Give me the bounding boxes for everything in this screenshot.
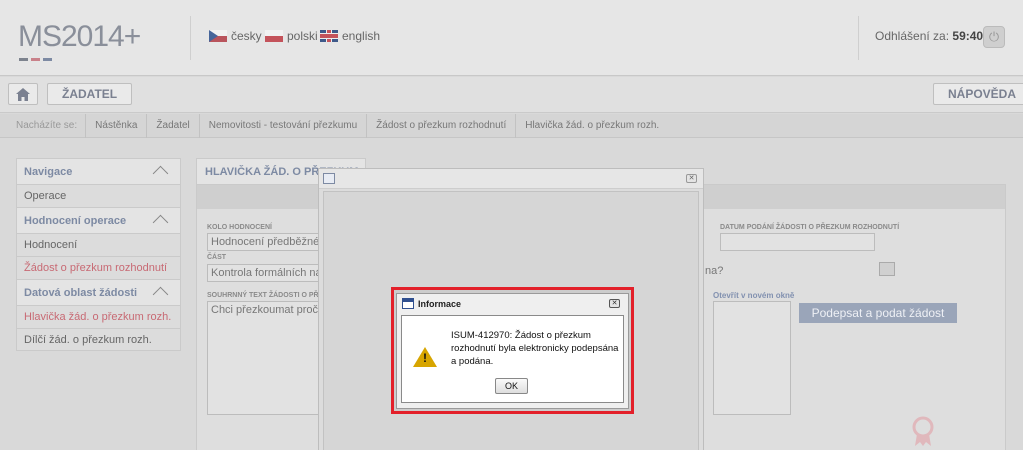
sidebar-item-hlavicka[interactable]: Hlavička žád. o přezkum rozh. [16, 305, 181, 328]
breadcrumb-item[interactable]: Žadatel [146, 113, 198, 138]
zadatel-button[interactable]: ŽADATEL [47, 83, 133, 105]
logo-color-bars [19, 50, 59, 61]
question-text: na? [705, 265, 724, 277]
lang-cz-label: česky [231, 29, 262, 43]
info-dialog: Informace ✕ ! ISUM-412970: Žádost o přez… [396, 293, 629, 409]
dialog-message: ISUM-412970: Žádost o přezkum rozhodnutí… [451, 330, 619, 367]
breadcrumb-item[interactable]: Žádost o přezkum rozhodnutí [366, 113, 515, 138]
home-icon [16, 87, 30, 101]
ms2014-logo[interactable]: MS2014+ [18, 20, 141, 54]
header-divider-right [858, 16, 859, 60]
breadcrumb-item[interactable]: Hlavička žád. o přezkum rozh. [515, 113, 668, 138]
logout-timer: Odhlášení za: 59:40 [875, 29, 983, 43]
sidebar-item-dilci[interactable]: Dílčí žád. o přezkum rozh. [16, 328, 181, 351]
sidebar-item-zadost-o-prezkum[interactable]: Žádost o přezkum rozhodnutí [16, 256, 181, 279]
chevron-up-icon[interactable] [152, 165, 169, 182]
rosette-icon [912, 416, 934, 446]
text-label: SOUHRNNÝ TEXT ŽÁDOSTI O PŘEZ [207, 292, 328, 299]
sign-submit-button[interactable]: Podepsat a podat žádost [799, 303, 957, 323]
logout-label: Odhlášení za: [875, 29, 950, 43]
sidebar-section-title: Hodnocení operace [24, 215, 127, 227]
window-icon [323, 173, 335, 184]
close-icon[interactable]: ✕ [609, 299, 620, 308]
flag-gb-icon [320, 30, 338, 42]
breadcrumb-item[interactable]: Nemovitosti - testování přezkumu [198, 113, 366, 138]
dialog-title: Informace [418, 299, 462, 309]
logout-button[interactable]: ⏻ [983, 26, 1005, 48]
lang-en-label: english [342, 29, 381, 43]
sidebar-section-navigace[interactable]: Navigace [16, 158, 181, 184]
ok-button[interactable]: OK [495, 378, 528, 394]
sidebar-section-title: Navigace [24, 166, 73, 178]
nav-bar: ŽADATEL NÁPOVĚDA [0, 77, 1023, 113]
lang-en-link[interactable]: english [320, 29, 380, 43]
chevron-up-icon[interactable] [152, 214, 169, 231]
logout-time: 59:40 [952, 29, 984, 43]
sidebar-item-hodnoceni[interactable]: Hodnocení [16, 233, 181, 256]
flag-cz-icon [209, 30, 227, 42]
dialog-body: ! ISUM-412970: Žádost o přezkum rozhodnu… [401, 315, 624, 403]
sidebar: Navigace Operace Hodnocení operace Hodno… [16, 158, 181, 351]
lang-pl-link[interactable]: polski [265, 29, 318, 43]
warning-icon-mark: ! [423, 351, 427, 365]
kolo-label: KOLO HODNOCENÍ [207, 224, 272, 231]
top-header: MS2014+ česky polski english Odhlášení z… [0, 0, 1023, 76]
cast-label: ČÁST [207, 254, 227, 261]
date-field[interactable] [720, 233, 875, 251]
power-icon: ⏻ [988, 29, 1000, 44]
sidebar-section-hodnoceni-operace[interactable]: Hodnocení operace [16, 207, 181, 233]
open-new-window-link[interactable]: Otevřít v novém okně [713, 291, 794, 300]
close-icon[interactable]: ✕ [686, 174, 697, 183]
home-button[interactable] [8, 83, 38, 105]
chevron-up-icon[interactable] [152, 286, 169, 303]
breadcrumb-label: Nacházíte se: [16, 120, 78, 131]
breadcrumb-item[interactable]: Nástěnka [85, 113, 146, 138]
sidebar-section-datova-oblast[interactable]: Datová oblast žádosti [16, 279, 181, 305]
right-text-area[interactable] [713, 301, 791, 415]
flag-pl-icon [265, 30, 283, 42]
sidebar-item-operace[interactable]: Operace [16, 184, 181, 207]
napoveda-button[interactable]: NÁPOVĚDA [933, 83, 1023, 105]
breadcrumb: Nacházíte se: Nástěnka Žadatel Nemovitos… [0, 113, 1023, 138]
calendar-icon[interactable] [879, 262, 895, 276]
sidebar-section-title: Datová oblast žádosti [24, 287, 138, 299]
header-divider [190, 16, 191, 60]
background-modal-titlebar: ✕ [319, 169, 703, 189]
date-label: DATUM PODÁNÍ ŽÁDOSTI O PŘEZKUM ROZHODNUT… [720, 224, 900, 231]
lang-pl-label: polski [287, 29, 318, 43]
lang-cz-link[interactable]: česky [209, 29, 262, 43]
